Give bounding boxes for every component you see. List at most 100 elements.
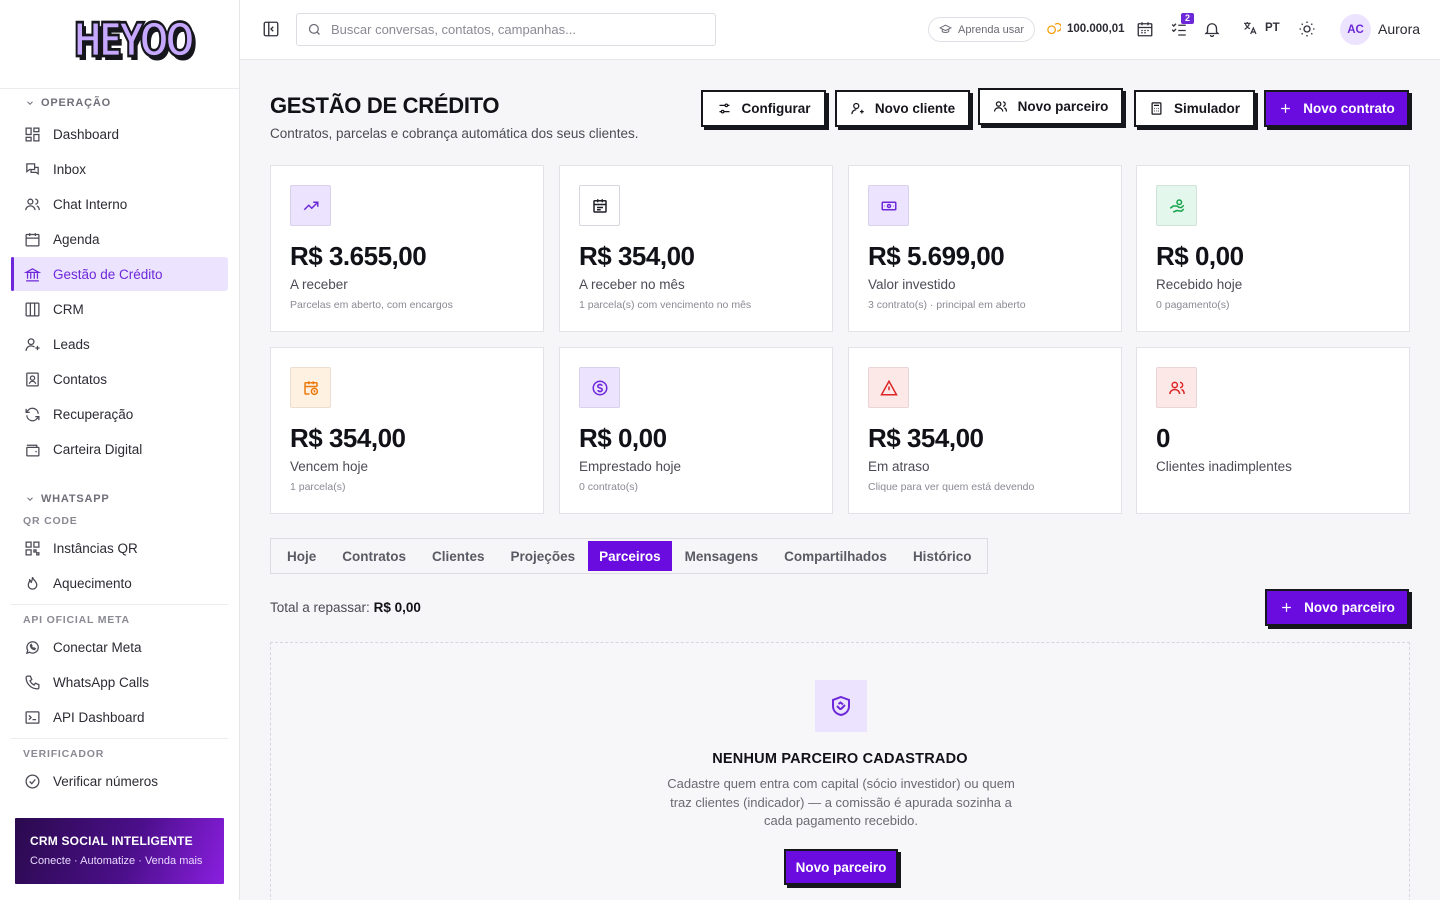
stat-label: A receber no mês bbox=[579, 277, 685, 292]
tab-parceiros[interactable]: Parceiros bbox=[588, 541, 672, 571]
coins-balance[interactable]: 100.000,01 bbox=[1046, 21, 1125, 36]
chat-bubbles-icon bbox=[26, 162, 39, 175]
calculator-icon bbox=[1151, 102, 1162, 115]
sidebar-item-leads[interactable]: Leads bbox=[11, 327, 228, 361]
translate-icon bbox=[1244, 22, 1257, 35]
stat-label: Clientes inadimplentes bbox=[1156, 459, 1292, 474]
users-icon bbox=[993, 101, 1007, 112]
coins-icon bbox=[1047, 22, 1061, 35]
section-operacao[interactable]: OPERAÇÃO bbox=[11, 90, 228, 116]
sidebar-item-gestao-credito[interactable]: Gestão de Crédito bbox=[11, 257, 228, 291]
sidebar-item-dashboard[interactable]: Dashboard bbox=[11, 117, 228, 151]
promo-banner[interactable]: CRM SOCIAL INTELIGENTE Conecte · Automat… bbox=[15, 818, 224, 884]
refresh-icon bbox=[25, 407, 40, 421]
wallet-icon bbox=[26, 444, 40, 457]
tab-mensagens[interactable]: Mensagens bbox=[672, 541, 772, 571]
sidebar-item-chat-interno[interactable]: Chat Interno bbox=[11, 187, 228, 221]
sidebar-item-conectar-meta[interactable]: Conectar Meta bbox=[11, 630, 228, 664]
simulador-button[interactable]: Simulador bbox=[1134, 90, 1255, 127]
kanban-icon bbox=[25, 301, 40, 317]
bell-icon[interactable] bbox=[1203, 20, 1221, 38]
stat-label: A receber bbox=[290, 277, 348, 292]
topbar: Aprenda usar 100.000,01 2 PT AC Aurora bbox=[240, 0, 1440, 60]
stat-label: Vencem hoje bbox=[290, 459, 369, 474]
sidebar-item-agenda[interactable]: Agenda bbox=[11, 222, 228, 256]
stat-card-a-receber[interactable]: R$ 3.655,00 A receber Parcelas em aberto… bbox=[270, 165, 544, 332]
stat-value: R$ 0,00 bbox=[579, 423, 667, 453]
sidebar-item-verificar-numeros[interactable]: Verificar números bbox=[11, 764, 228, 798]
empty-state-title: NENHUM PARCEIRO CADASTRADO bbox=[712, 751, 968, 767]
sidebar-item-whatsapp-calls[interactable]: WhatsApp Calls bbox=[11, 665, 228, 699]
hand-coins-icon bbox=[1156, 185, 1197, 226]
brand-logo[interactable]: HEYOO HEYOO bbox=[73, 17, 198, 70]
calendar-icon[interactable] bbox=[1136, 20, 1154, 38]
section-whatsapp[interactable]: WHATSAPP bbox=[11, 486, 228, 512]
novo-cliente-button[interactable]: Novo cliente bbox=[835, 90, 970, 127]
sidebar-item-recuperacao[interactable]: Recuperação bbox=[11, 397, 228, 431]
empty-state-add-partner-button[interactable]: Novo parceiro bbox=[784, 849, 898, 885]
flame-icon bbox=[27, 576, 38, 590]
stat-card-em-atraso[interactable]: R$ 354,00 Em atraso Clique para ver quem… bbox=[848, 347, 1122, 514]
page-title: GESTÃO DE CRÉDITO bbox=[270, 93, 500, 118]
tab-historico[interactable]: Histórico bbox=[900, 541, 985, 571]
stat-value: R$ 3.655,00 bbox=[290, 241, 427, 271]
promo-title: CRM SOCIAL INTELIGENTE bbox=[30, 834, 193, 848]
search-bar[interactable] bbox=[296, 13, 716, 46]
subsection-qr-code: QR CODE bbox=[23, 515, 78, 527]
stat-value: R$ 354,00 bbox=[290, 423, 406, 453]
user-plus-icon bbox=[851, 102, 864, 115]
sun-icon[interactable] bbox=[1298, 20, 1316, 38]
tab-hoje[interactable]: Hoje bbox=[274, 541, 329, 571]
stat-card-receber-mes[interactable]: R$ 354,00 A receber no mês 1 parcela(s) … bbox=[559, 165, 833, 332]
stat-label: Emprestado hoje bbox=[579, 459, 682, 474]
calendar-icon bbox=[579, 185, 620, 226]
language-switcher[interactable]: PT bbox=[1242, 20, 1280, 36]
check-circle-icon bbox=[25, 773, 40, 789]
stat-label: Recebido hoje bbox=[1156, 277, 1243, 292]
tab-contratos[interactable]: Contratos bbox=[329, 541, 419, 571]
graduation-cap-icon bbox=[939, 24, 952, 33]
learn-button[interactable]: Aprenda usar bbox=[928, 17, 1036, 42]
tab-compartilhados[interactable]: Compartilhados bbox=[771, 541, 900, 571]
banknote-icon bbox=[868, 185, 909, 226]
stat-value: 0 bbox=[1156, 423, 1170, 453]
stat-value: R$ 354,00 bbox=[579, 241, 695, 271]
sidebar-item-inbox[interactable]: Inbox bbox=[11, 152, 228, 186]
tab-clientes[interactable]: Clientes bbox=[419, 541, 498, 571]
add-partner-button[interactable]: Novo parceiro bbox=[1265, 589, 1409, 626]
sidebar-item-aquecimento[interactable]: Aquecimento bbox=[11, 566, 228, 600]
code-window-icon bbox=[25, 710, 40, 724]
search-input[interactable] bbox=[331, 22, 701, 37]
stat-card-vencem-hoje[interactable]: R$ 354,00 Vencem hoje 1 parcela(s) bbox=[270, 347, 544, 514]
bank-icon bbox=[24, 267, 41, 282]
stat-card-valor-investido[interactable]: R$ 5.699,00 Valor investido 3 contrato(s… bbox=[848, 165, 1122, 332]
stat-card-clientes-inadimplentes[interactable]: 0 Clientes inadimplentes bbox=[1136, 347, 1410, 514]
username[interactable]: Aurora bbox=[1378, 21, 1420, 37]
sidebar-toggle-icon[interactable] bbox=[262, 20, 280, 38]
sidebar-item-api-dashboard[interactable]: API Dashboard bbox=[11, 700, 228, 734]
sidebar-item-carteira-digital[interactable]: Carteira Digital bbox=[11, 432, 228, 466]
sidebar-item-contatos[interactable]: Contatos bbox=[11, 362, 228, 396]
chevron-down-icon bbox=[27, 497, 33, 501]
plus-icon bbox=[1282, 603, 1291, 612]
stat-hint: 0 contrato(s) bbox=[579, 481, 638, 493]
stat-label: Valor investido bbox=[868, 277, 956, 292]
stat-value: R$ 5.699,00 bbox=[868, 241, 1005, 271]
logo-area: HEYOO HEYOO bbox=[0, 0, 239, 89]
tab-bar: Hoje Contratos Clientes Projeções Parcei… bbox=[270, 538, 989, 574]
configurar-button[interactable]: Configurar bbox=[701, 90, 826, 127]
avatar[interactable]: AC bbox=[1340, 14, 1371, 45]
plus-icon bbox=[1281, 104, 1291, 113]
sidebar-item-instancias-qr[interactable]: Instâncias QR bbox=[11, 531, 228, 565]
users-icon bbox=[25, 198, 40, 210]
stat-card-recebido-hoje[interactable]: R$ 0,00 Recebido hoje 0 pagamento(s) bbox=[1136, 165, 1410, 332]
subsection-verificador: VERIFICADOR bbox=[23, 748, 105, 760]
tab-projecoes[interactable]: Projeções bbox=[498, 541, 589, 571]
novo-contrato-button[interactable]: Novo contrato bbox=[1264, 90, 1409, 127]
contact-book-icon bbox=[26, 371, 39, 387]
sidebar-item-crm[interactable]: CRM bbox=[11, 292, 228, 326]
novo-parceiro-header-button[interactable]: Novo parceiro bbox=[978, 88, 1123, 125]
empty-state-description: Cadastre quem entra com capital (sócio i… bbox=[667, 776, 1015, 828]
stat-card-emprestado-hoje[interactable]: R$ 0,00 Emprestado hoje 0 contrato(s) bbox=[559, 347, 833, 514]
calendar-icon bbox=[25, 232, 40, 247]
